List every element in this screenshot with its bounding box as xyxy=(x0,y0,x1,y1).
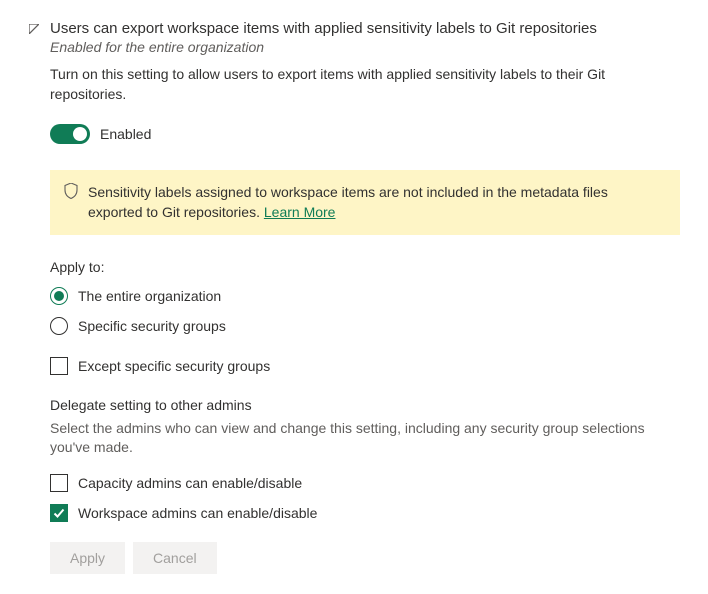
checkbox-label: Capacity admins can enable/disable xyxy=(78,475,302,491)
cancel-button[interactable]: Cancel xyxy=(133,542,217,574)
checkbox-label: Except specific security groups xyxy=(78,358,270,374)
checkbox-label: Workspace admins can enable/disable xyxy=(78,505,317,521)
checkbox-icon xyxy=(50,504,68,522)
checkbox-capacity-admins[interactable]: Capacity admins can enable/disable xyxy=(50,474,680,492)
radio-specific-groups[interactable]: Specific security groups xyxy=(50,317,680,335)
apply-to-label: Apply to: xyxy=(50,259,680,275)
checkbox-except-groups[interactable]: Except specific security groups xyxy=(50,357,680,375)
apply-button[interactable]: Apply xyxy=(50,542,125,574)
checkbox-workspace-admins[interactable]: Workspace admins can enable/disable xyxy=(50,504,680,522)
enabled-toggle[interactable] xyxy=(50,124,90,144)
delegate-description: Select the admins who can view and chang… xyxy=(50,419,680,458)
radio-icon xyxy=(50,317,68,335)
radio-entire-org[interactable]: The entire organization xyxy=(50,287,680,305)
info-banner: Sensitivity labels assigned to workspace… xyxy=(50,170,680,235)
info-banner-text: Sensitivity labels assigned to workspace… xyxy=(88,182,666,223)
setting-description: Turn on this setting to allow users to e… xyxy=(50,65,680,104)
radio-label: The entire organization xyxy=(78,288,221,304)
enabled-toggle-label: Enabled xyxy=(100,126,151,142)
checkbox-icon xyxy=(50,357,68,375)
delegate-heading: Delegate setting to other admins xyxy=(50,397,680,413)
setting-title: Users can export workspace items with ap… xyxy=(50,20,597,37)
radio-icon xyxy=(50,287,68,305)
checkbox-icon xyxy=(50,474,68,492)
collapse-icon[interactable] xyxy=(28,23,40,35)
setting-status: Enabled for the entire organization xyxy=(50,39,680,55)
radio-label: Specific security groups xyxy=(78,318,226,334)
learn-more-link[interactable]: Learn More xyxy=(264,204,336,220)
shield-icon xyxy=(64,183,78,223)
